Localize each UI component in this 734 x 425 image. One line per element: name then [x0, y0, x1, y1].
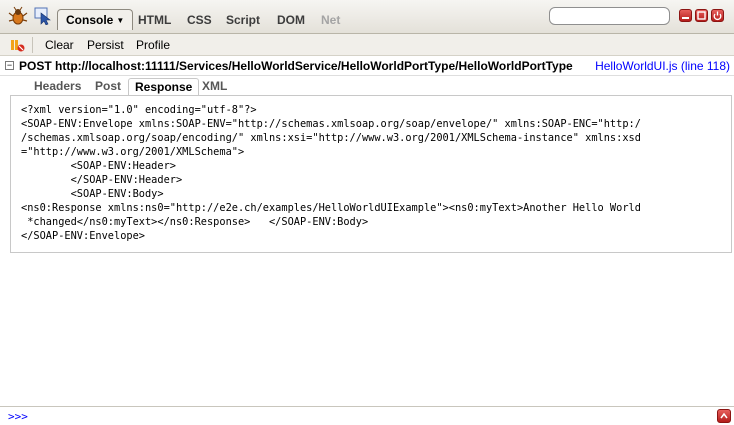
netinfo-tabs: Headers Post Response XML	[10, 76, 732, 96]
firebug-logo-icon[interactable]	[8, 6, 28, 26]
clear-button[interactable]: Clear	[45, 38, 74, 52]
console-toolbar: Clear Persist Profile	[0, 34, 734, 56]
collapse-icon[interactable]: −	[5, 61, 14, 70]
toolbar-divider	[32, 37, 33, 53]
tab-console[interactable]: Console ▼	[57, 9, 134, 30]
chevron-down-icon: ▼	[116, 16, 125, 25]
tab-headers[interactable]: Headers	[28, 78, 87, 96]
command-prompt: >>>	[8, 410, 28, 423]
response-panel: <?xml version="1.0" encoding="utf-8"?> <…	[10, 95, 732, 253]
firebug-toolbar: Console ▼ HTML CSS Script DOM Net	[0, 0, 734, 34]
minimize-button[interactable]	[679, 9, 692, 22]
tab-script[interactable]: Script	[226, 12, 260, 28]
break-on-errors-icon[interactable]	[9, 37, 25, 53]
request-row[interactable]: − POST http://localhost:11111/Services/H…	[0, 56, 734, 76]
tab-console-label: Console	[66, 13, 114, 27]
tab-net[interactable]: Net	[321, 12, 340, 28]
inspect-icon[interactable]	[34, 7, 52, 25]
search-input[interactable]	[549, 7, 670, 25]
power-icon	[713, 11, 722, 21]
close-firebug-button[interactable]	[711, 9, 724, 22]
tab-dom[interactable]: DOM	[277, 12, 305, 28]
source-link[interactable]: HelloWorldUI.js (line 118)	[595, 59, 730, 73]
detach-icon	[697, 11, 706, 20]
detach-button[interactable]	[695, 9, 708, 22]
persist-button[interactable]: Persist	[87, 38, 124, 52]
minimize-icon	[682, 17, 689, 19]
tab-post[interactable]: Post	[89, 78, 127, 96]
request-url: POST http://localhost:11111/Services/Hel…	[19, 59, 573, 73]
profile-button[interactable]: Profile	[136, 38, 170, 52]
tab-xml[interactable]: XML	[196, 78, 233, 96]
tab-css[interactable]: CSS	[187, 12, 212, 28]
command-line[interactable]: >>>	[0, 406, 734, 425]
chevron-up-icon	[720, 412, 728, 419]
tab-response[interactable]: Response	[128, 78, 200, 96]
expand-command-line-button[interactable]	[717, 409, 731, 423]
response-body: <?xml version="1.0" encoding="utf-8"?> <…	[21, 104, 641, 242]
tab-html[interactable]: HTML	[138, 12, 171, 28]
